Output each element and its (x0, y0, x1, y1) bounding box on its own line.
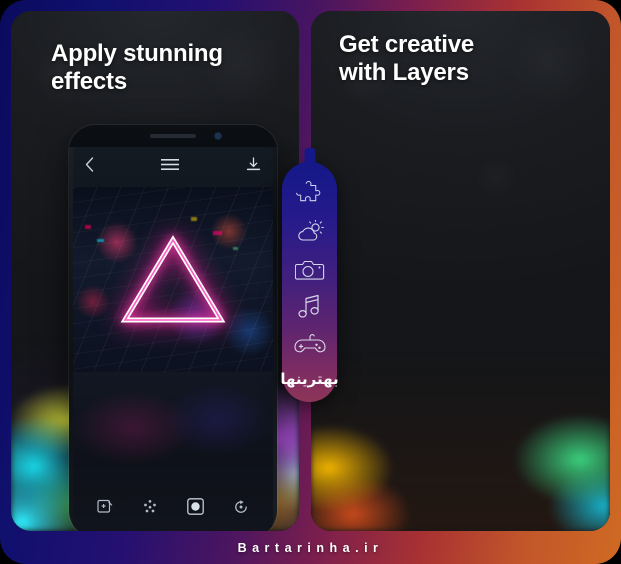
left-phone-mockup (69, 125, 277, 531)
add-image-icon[interactable] (97, 499, 113, 520)
right-iridescent-backdrop (311, 321, 610, 531)
front-camera-icon (214, 133, 221, 139)
editor-topbar (73, 147, 273, 187)
download-icon[interactable] (246, 157, 261, 177)
weather-sun-cloud-icon[interactable] (295, 220, 325, 246)
chevron-left-icon[interactable] (85, 157, 94, 177)
shutter-icon[interactable] (187, 498, 204, 520)
editor-bottombar (73, 487, 273, 531)
right-headline: Get creative with Layers (339, 31, 474, 88)
left-headline-line1: Apply stunning (51, 40, 223, 67)
music-note-icon[interactable] (296, 294, 324, 320)
neon-triangle-icon (120, 234, 226, 322)
right-promo-panel: Get creative with Layers Layers (311, 11, 610, 531)
puzzle-piece-icon[interactable] (295, 180, 325, 208)
earpiece-speaker (150, 134, 196, 138)
right-headline-line2: with Layers (339, 59, 469, 87)
site-logo[interactable]: بهترینها (280, 370, 339, 388)
right-headline-line1: Get creative (339, 31, 475, 58)
adjust-icon[interactable] (233, 499, 249, 520)
left-headline-line2: effects (51, 68, 127, 96)
camera-icon[interactable] (294, 258, 325, 282)
neon-triangle-overlay (73, 187, 273, 372)
phone-top-bezel (69, 125, 277, 147)
brand-text: Bartarinha.ir (237, 541, 384, 555)
left-promo-panel: Apply stunning effects (11, 11, 299, 531)
left-headline: Apply stunning effects (51, 40, 223, 97)
left-phone-screen (73, 147, 273, 531)
hamburger-menu-icon[interactable] (161, 158, 179, 176)
floating-category-pill: بهترینها (280, 162, 340, 402)
brand-footer: Bartarinha.ir (0, 532, 621, 564)
effects-dots-icon[interactable] (142, 499, 158, 520)
outer-gradient-frame: Apply stunning effects Get creative with… (0, 0, 621, 564)
gamepad-icon[interactable] (293, 332, 326, 358)
